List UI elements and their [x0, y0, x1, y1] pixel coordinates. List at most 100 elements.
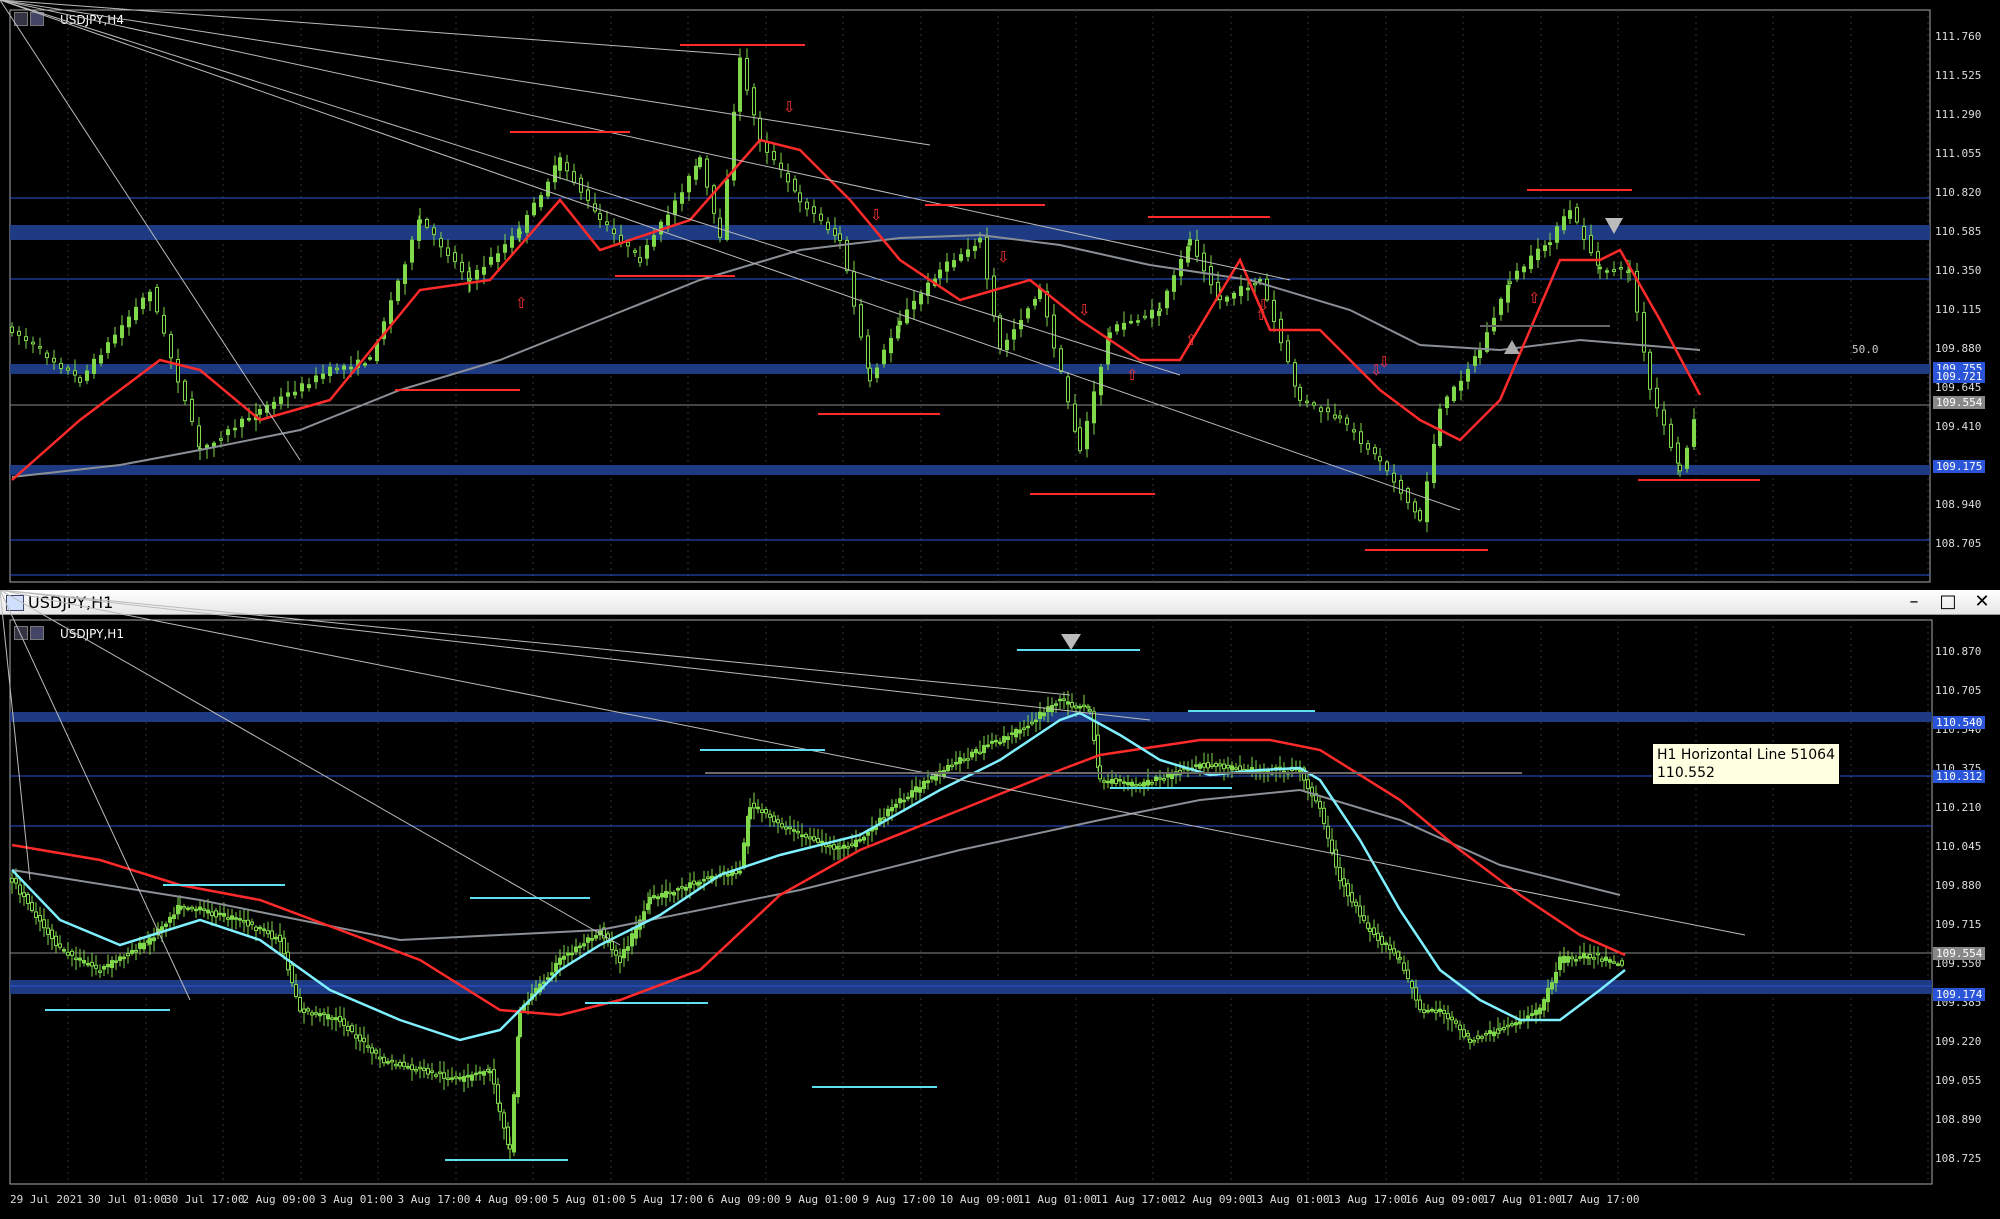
- candle-body: [247, 417, 251, 421]
- candle-body: [1612, 961, 1616, 964]
- candle-body: [756, 806, 760, 810]
- candle-body: [489, 256, 493, 265]
- candle-body: [1162, 778, 1166, 781]
- candle-body: [938, 269, 942, 279]
- price-tick-label: 110.705: [1935, 684, 1982, 697]
- candle-body: [328, 366, 332, 377]
- arrow-up-icon: ⇧: [1126, 366, 1139, 384]
- candle-body: [74, 957, 78, 961]
- chart-frame: [9, 619, 1933, 1185]
- candle-body: [694, 165, 698, 180]
- h1-chart-canvas[interactable]: [0, 590, 2000, 1219]
- candle-body: [126, 952, 130, 957]
- candle-body: [1099, 366, 1103, 396]
- candle-body: [1608, 959, 1612, 963]
- candle-body: [705, 158, 709, 188]
- candle-body: [314, 375, 318, 383]
- candle-body: [426, 1067, 430, 1075]
- candle-body: [833, 228, 837, 236]
- candle-body: [234, 917, 238, 920]
- candle-body: [638, 257, 642, 263]
- candle-body: [1338, 867, 1342, 882]
- candle-body: [1438, 408, 1442, 446]
- candle-body: [978, 237, 982, 243]
- candle-body: [466, 1074, 470, 1078]
- arrow-up-icon: ⇧: [1185, 331, 1198, 349]
- candle-body: [930, 776, 934, 780]
- candle-body: [852, 271, 856, 307]
- candle-body: [1130, 781, 1134, 787]
- candle-body: [772, 151, 776, 161]
- candle-body: [738, 57, 742, 112]
- candle-body: [1214, 763, 1218, 767]
- candle-body: [1536, 248, 1540, 261]
- h1-chart-window[interactable]: USDJPY,H1 – □ ✕ USDJPY,H1 110.870 110.705…: [0, 590, 2000, 1219]
- price-tick-label: 110.350: [1935, 264, 1982, 277]
- candle-body: [1038, 711, 1042, 720]
- arrow-up-icon: ⇧: [515, 294, 528, 312]
- candle-body: [553, 165, 557, 183]
- candle-body: [673, 200, 677, 216]
- candle-body: [1129, 320, 1133, 324]
- candle-body: [38, 915, 42, 922]
- candle-body: [219, 438, 223, 441]
- candle-body: [1473, 356, 1477, 366]
- h4-chart-canvas[interactable]: ⇧⇩⇩⇩⇩⇧⇧⇧⇩⇩⇧⇩: [0, 0, 2000, 590]
- candle-body: [1010, 732, 1014, 735]
- candle-body: [1604, 956, 1608, 961]
- candle-body: [1206, 762, 1210, 769]
- candle-body: [910, 790, 914, 798]
- candle-body: [626, 946, 630, 951]
- candle-body: [906, 796, 910, 800]
- candle-body: [1306, 779, 1310, 790]
- candle-body: [760, 809, 764, 814]
- arrow-down-icon: ⇩: [997, 248, 1010, 266]
- trend-line: [0, 0, 1181, 376]
- candle-body: [898, 320, 902, 326]
- candle-body: [784, 826, 788, 830]
- candle-body: [1410, 981, 1414, 989]
- candle-body: [1406, 969, 1410, 980]
- candle-body: [1002, 735, 1006, 743]
- candle-body: [266, 930, 270, 935]
- candle-body: [492, 1069, 496, 1085]
- candle-body: [1082, 704, 1086, 708]
- candle-body: [1058, 698, 1062, 702]
- candle-body: [1345, 417, 1349, 425]
- candle-body: [582, 943, 586, 947]
- candle-body: [302, 1008, 306, 1014]
- candle-body: [230, 915, 234, 920]
- candle-body: [238, 918, 242, 921]
- candle-body: [546, 181, 550, 197]
- candle-body: [1605, 270, 1609, 273]
- candle-body: [859, 304, 863, 338]
- level-50-label: 50.0: [1852, 343, 1879, 356]
- candle-body: [250, 921, 254, 925]
- candle-body: [396, 280, 400, 302]
- candle-body: [24, 336, 28, 342]
- candle-body: [918, 787, 922, 793]
- candle-body: [368, 357, 372, 360]
- candle-body: [183, 380, 187, 402]
- candle-body: [186, 907, 190, 911]
- candle-body: [1472, 1039, 1476, 1043]
- candle-body: [1484, 1032, 1488, 1036]
- candle-body: [1550, 982, 1554, 990]
- time-tick-label: 3 Aug 01:00: [320, 1193, 393, 1206]
- candle-body: [672, 891, 676, 896]
- horizontal-line-tooltip: H1 Horizontal Line 51064 110.552: [1652, 743, 1840, 785]
- support-resistance-zone: [10, 225, 1930, 240]
- candle-body: [525, 214, 529, 233]
- candle-body: [656, 896, 660, 900]
- candle-body: [1372, 927, 1376, 935]
- candle-body: [959, 254, 963, 261]
- candle-body: [1454, 1020, 1458, 1024]
- candle-body: [680, 192, 684, 204]
- price-badge: 109.554: [1933, 396, 1986, 409]
- candle-body: [1596, 952, 1600, 956]
- h4-chart-pane[interactable]: USDJPY,H4 ⇧⇩⇩⇩⇩⇧⇧⇧⇩⇩⇧⇩ 111.760111.525111…: [0, 0, 2000, 592]
- candle-body: [826, 221, 830, 231]
- candle-body: [1445, 396, 1449, 408]
- candle-body: [458, 1076, 462, 1080]
- candle-body: [314, 1012, 318, 1015]
